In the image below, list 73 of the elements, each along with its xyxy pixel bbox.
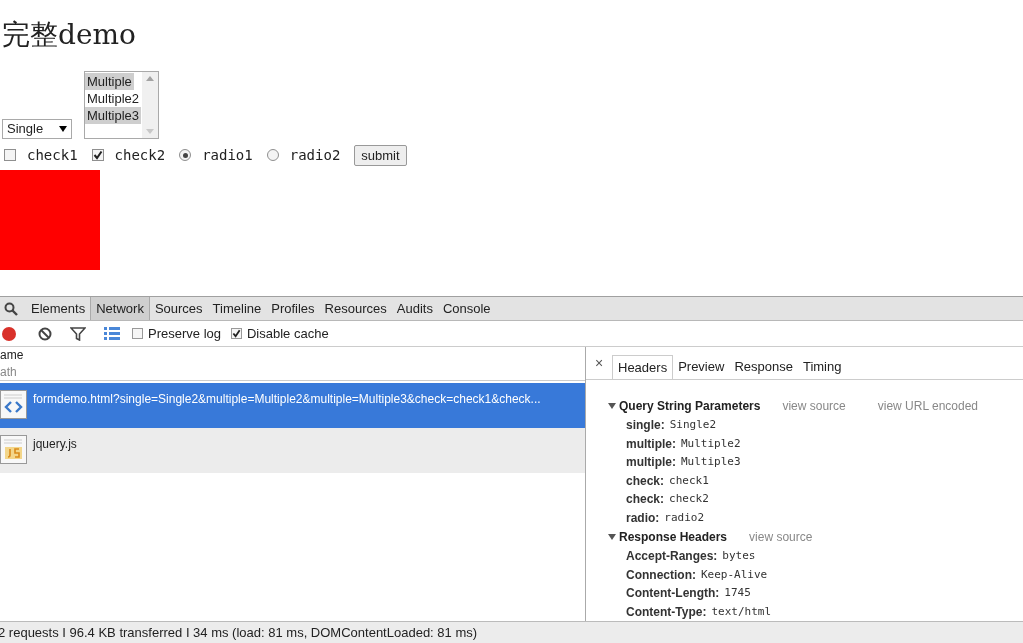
- clear-icon[interactable]: [38, 326, 52, 341]
- header-key: check:: [626, 471, 665, 490]
- input-label: check1: [27, 145, 78, 165]
- header-value: radio2: [664, 509, 705, 526]
- html-file-icon: [0, 390, 27, 419]
- close-icon[interactable]: ×: [592, 352, 606, 374]
- request-row[interactable]: formdemo.html?single=Single2&multiple=Multiple2&multiple=Multiple3&check=check1&check...: [0, 383, 585, 428]
- header-value: text/html: [711, 603, 772, 620]
- checkbox-label: Disable cache: [247, 324, 329, 343]
- header-value: check2: [669, 491, 709, 507]
- header-key: multiple:: [626, 434, 676, 453]
- dropdown[interactable]: Single: [2, 119, 72, 139]
- expanded-triangle-icon[interactable]: [608, 402, 616, 410]
- radio-button[interactable]: [266, 149, 279, 161]
- header-key: radio:: [626, 508, 660, 527]
- header-key: Content-Type:: [626, 602, 707, 621]
- radio-button[interactable]: [179, 149, 192, 161]
- checkbox-label: Preserve log: [148, 324, 221, 343]
- view-source-link[interactable]: view source: [749, 528, 813, 546]
- list-view-icon[interactable]: [104, 327, 120, 340]
- detail-tab[interactable]: Preview: [673, 355, 730, 379]
- devtools-tab[interactable]: Network: [90, 297, 150, 320]
- section-title[interactable]: Response Headers: [619, 528, 728, 546]
- expanded-triangle-icon[interactable]: [608, 533, 616, 541]
- devtools-tab[interactable]: Console: [437, 297, 496, 320]
- checkbox[interactable]: [91, 149, 104, 161]
- header-value: Single2: [669, 417, 717, 433]
- section-title[interactable]: Query String Parameters: [619, 397, 761, 415]
- checkbox[interactable]: [231, 328, 242, 339]
- detail-tab[interactable]: Timing: [797, 355, 847, 379]
- header-key: Content-Length:: [626, 584, 720, 603]
- detail-tab[interactable]: Response: [729, 355, 798, 379]
- header-key: single:: [626, 416, 665, 435]
- page-heading: 完整demo: [2, 21, 136, 49]
- request-name[interactable]: formdemo.html?single=Single2&multiple=Multiple2&multiple=Multiple3&check=check1&check...: [33, 390, 541, 408]
- devtools-tab[interactable]: Profiles: [266, 297, 320, 320]
- input-label: radio2: [289, 145, 341, 165]
- header-key: Connection:: [626, 565, 696, 584]
- request-name[interactable]: jquery.js: [33, 435, 77, 453]
- checkbox[interactable]: [4, 149, 16, 161]
- devtools-tab[interactable]: Audits: [391, 297, 438, 320]
- column-subheader: ath: [0, 363, 18, 381]
- devtools-tab[interactable]: Elements: [26, 297, 91, 320]
- js-file-icon: [0, 435, 27, 464]
- filter-icon[interactable]: [70, 326, 86, 341]
- header-value: bytes: [722, 548, 756, 564]
- devtools-tab[interactable]: Resources: [319, 297, 392, 320]
- header-value: Keep-Alive: [701, 566, 768, 583]
- input-label: check2: [114, 145, 166, 165]
- view-source-link[interactable]: view URL encoded: [877, 397, 979, 415]
- checkbox[interactable]: [132, 328, 143, 339]
- list-box[interactable]: Multiple Multiple2 Multiple3: [84, 71, 159, 139]
- list-option[interactable]: Multiple: [85, 73, 134, 90]
- header-key: multiple:: [626, 453, 676, 472]
- record-icon[interactable]: [2, 326, 16, 341]
- header-value: 1745: [724, 585, 751, 601]
- column-header[interactable]: ame: [0, 346, 585, 364]
- input-label: radio1: [202, 145, 253, 165]
- request-row[interactable]: jquery.js: [0, 428, 585, 473]
- search-icon[interactable]: [4, 301, 18, 316]
- caret-icon: [59, 126, 67, 132]
- header-value: check1: [669, 472, 709, 489]
- header-value: Multiple3: [681, 454, 741, 470]
- header-key: Accept-Ranges:: [626, 547, 718, 566]
- view-source-link[interactable]: view source: [782, 397, 846, 415]
- list-option[interactable]: Multiple2: [85, 90, 142, 107]
- submit-button[interactable]: submit: [354, 144, 407, 166]
- header-value: Multiple2: [681, 435, 741, 452]
- devtools-tab[interactable]: Sources: [149, 297, 208, 320]
- devtools-tab[interactable]: Timeline: [207, 297, 267, 320]
- list-option[interactable]: Multiple3: [85, 107, 142, 124]
- header-key: check:: [626, 490, 665, 509]
- detail-tab[interactable]: Headers: [612, 355, 674, 379]
